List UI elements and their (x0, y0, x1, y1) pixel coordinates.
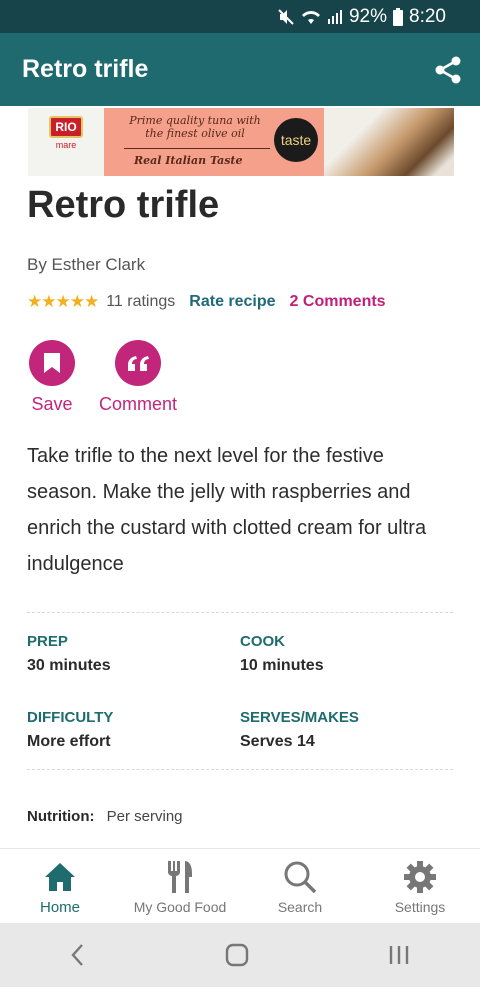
ad-line-1: Prime quality tuna with the finest olive… (129, 114, 261, 140)
recipe-description: Take trifle to the next level for the fe… (27, 445, 427, 575)
comment-label: Comment (99, 394, 178, 414)
ad-banner[interactable]: RIO mare Prime quality tuna with the fin… (28, 108, 454, 176)
nav-search-label: Search (277, 899, 323, 915)
back-icon[interactable] (68, 942, 88, 968)
comments-link[interactable]: 2 Comments (290, 293, 386, 311)
nav-settings-label: Settings (394, 899, 446, 915)
wifi-icon (301, 10, 320, 24)
ad-award-badge: taste (274, 118, 318, 162)
cook-value: 10 minutes (240, 657, 324, 674)
ad-brand-logo: RIO mare (28, 108, 104, 176)
clock: 8:20 (409, 5, 446, 27)
nutrition-value: Per serving (106, 808, 183, 825)
ad-food-image (324, 108, 454, 176)
nav-settings[interactable]: Settings (360, 849, 480, 923)
prep-value: 30 minutes (27, 657, 111, 674)
serves-label: SERVES/MAKES (240, 709, 359, 726)
ad-brand-name: RIO (49, 116, 83, 138)
quote-icon (115, 340, 162, 386)
divider-top (27, 612, 453, 613)
nav-search[interactable]: Search (240, 849, 360, 923)
nav-my-good-food[interactable]: My Good Food (120, 849, 240, 923)
ad-brand-sub: mare (55, 140, 77, 150)
bottom-nav: Home My Good Food Search Settings (0, 848, 480, 923)
difficulty-value: More effort (27, 733, 111, 750)
save-label: Save (31, 394, 73, 414)
ad-rule (124, 148, 270, 149)
mute-icon (278, 8, 294, 25)
rating-row: ★★★★★ 11 ratings Rate recipe 2 Comments (27, 292, 386, 312)
rate-recipe-link[interactable]: Rate recipe (189, 293, 275, 311)
recipe-title: Retro trifle (27, 184, 220, 226)
ratings-count: 11 ratings (106, 293, 176, 310)
nav-my-good-food-label: My Good Food (133, 899, 227, 915)
search-icon (284, 861, 317, 894)
ad-line-2: Real Italian Taste (134, 154, 243, 167)
save-button[interactable]: Save (29, 340, 75, 415)
nav-home-label: Home (39, 899, 80, 916)
signal-icon (327, 9, 342, 24)
share-icon[interactable] (434, 55, 462, 85)
serves-value: Serves 14 (240, 733, 315, 750)
recent-apps-icon[interactable] (386, 942, 412, 968)
cook-label: COOK (240, 633, 285, 650)
battery-percent: 92% (348, 5, 388, 27)
battery-icon (393, 7, 404, 26)
gear-icon (404, 861, 436, 893)
status-bar: 92% 8:20 (0, 0, 480, 33)
nutrition-label: Nutrition: (27, 808, 95, 825)
home-icon (45, 863, 75, 891)
ad-copy: Prime quality tuna with the finest olive… (104, 108, 324, 176)
nav-home[interactable]: Home (0, 849, 120, 923)
app-bar: Retro trifle (0, 33, 480, 106)
system-nav-bar (0, 923, 480, 987)
divider-bottom (27, 769, 453, 770)
home-button-icon[interactable] (224, 942, 250, 968)
bookmark-icon (29, 340, 75, 386)
comment-button[interactable]: Comment (99, 340, 177, 415)
recipe-author: By Esther Clark (27, 255, 146, 274)
difficulty-label: DIFFICULTY (27, 709, 114, 726)
cutlery-icon (168, 861, 192, 893)
app-bar-title: Retro trifle (22, 55, 149, 83)
prep-label: PREP (27, 633, 68, 650)
nutrition-row: Nutrition: Per serving (27, 808, 183, 825)
star-rating: ★★★★★ (27, 292, 99, 311)
